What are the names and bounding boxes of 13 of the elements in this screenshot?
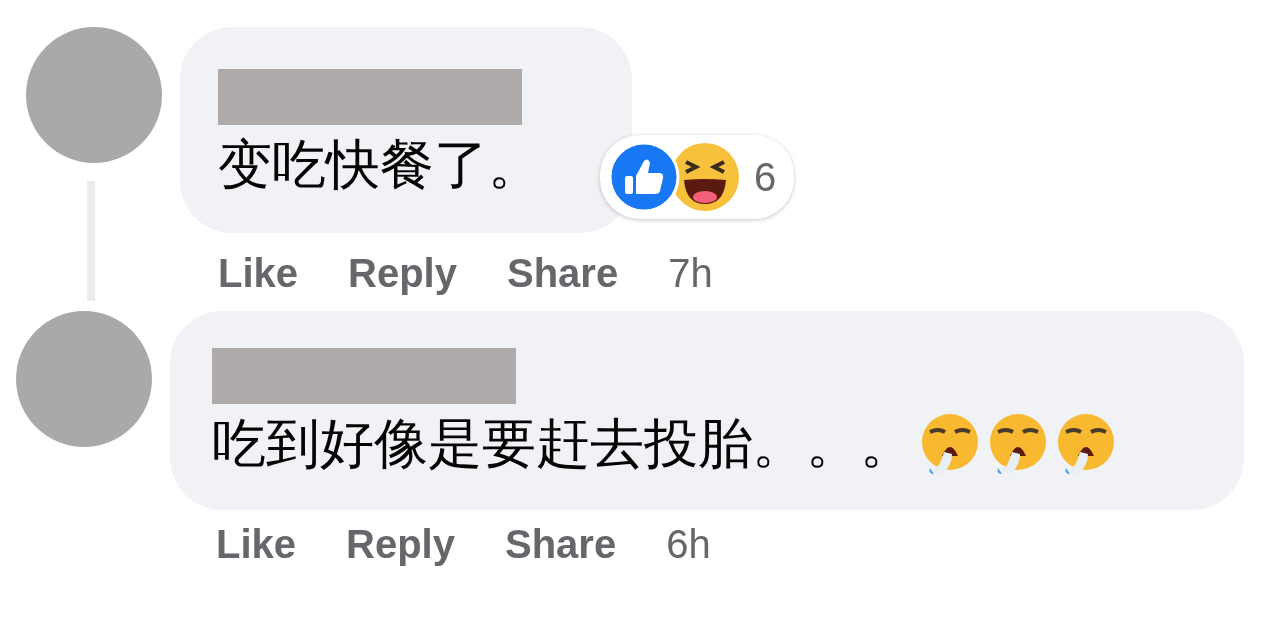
reactions-badge[interactable]: 6 <box>600 135 795 219</box>
comment-action-link[interactable]: Like <box>216 522 297 567</box>
timestamp[interactable]: 7h <box>668 251 713 296</box>
thumbs-up-icon <box>608 141 680 213</box>
timestamp[interactable]: 6h <box>666 522 711 567</box>
comment-action-link[interactable]: Reply <box>348 251 457 296</box>
comment-action-link[interactable]: Reply <box>346 522 455 567</box>
comment-action-link[interactable]: Share <box>507 251 619 296</box>
comment-action-link[interactable]: Share <box>505 522 617 567</box>
reaction-count: 6 <box>754 154 777 200</box>
comment-action-link[interactable]: Like <box>218 251 299 296</box>
comment-text: 变吃快餐了。 <box>218 132 542 198</box>
comment-text: 吃到好像是要赶去投胎。。。 <box>212 411 914 477</box>
